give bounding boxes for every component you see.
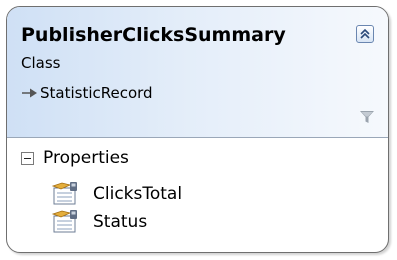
property-icon [51, 210, 77, 233]
collapse-button[interactable] [356, 25, 374, 43]
property-name: Status [93, 212, 148, 232]
properties-section-header[interactable]: Properties [21, 148, 129, 168]
property-name: ClicksTotal [93, 184, 183, 204]
section-label: Properties [43, 148, 129, 168]
property-item[interactable]: ClicksTotal [51, 182, 182, 206]
class-name: PublisherClicksSummary [21, 24, 286, 46]
collapse-toggle-icon[interactable] [21, 151, 34, 165]
header-divider [7, 137, 388, 138]
class-shape[interactable]: PublisherClicksSummary Class StatisticRe… [6, 6, 389, 253]
class-kind: Class [21, 54, 61, 72]
filter-icon[interactable] [360, 110, 374, 124]
base-class: StatisticRecord [21, 84, 153, 102]
double-chevron-up-icon [360, 28, 370, 39]
inheritance-arrow-icon [22, 88, 37, 98]
property-icon [51, 182, 77, 205]
class-header: PublisherClicksSummary Class StatisticRe… [7, 7, 388, 137]
base-class-name: StatisticRecord [40, 84, 153, 102]
property-item[interactable]: Status [51, 210, 147, 234]
